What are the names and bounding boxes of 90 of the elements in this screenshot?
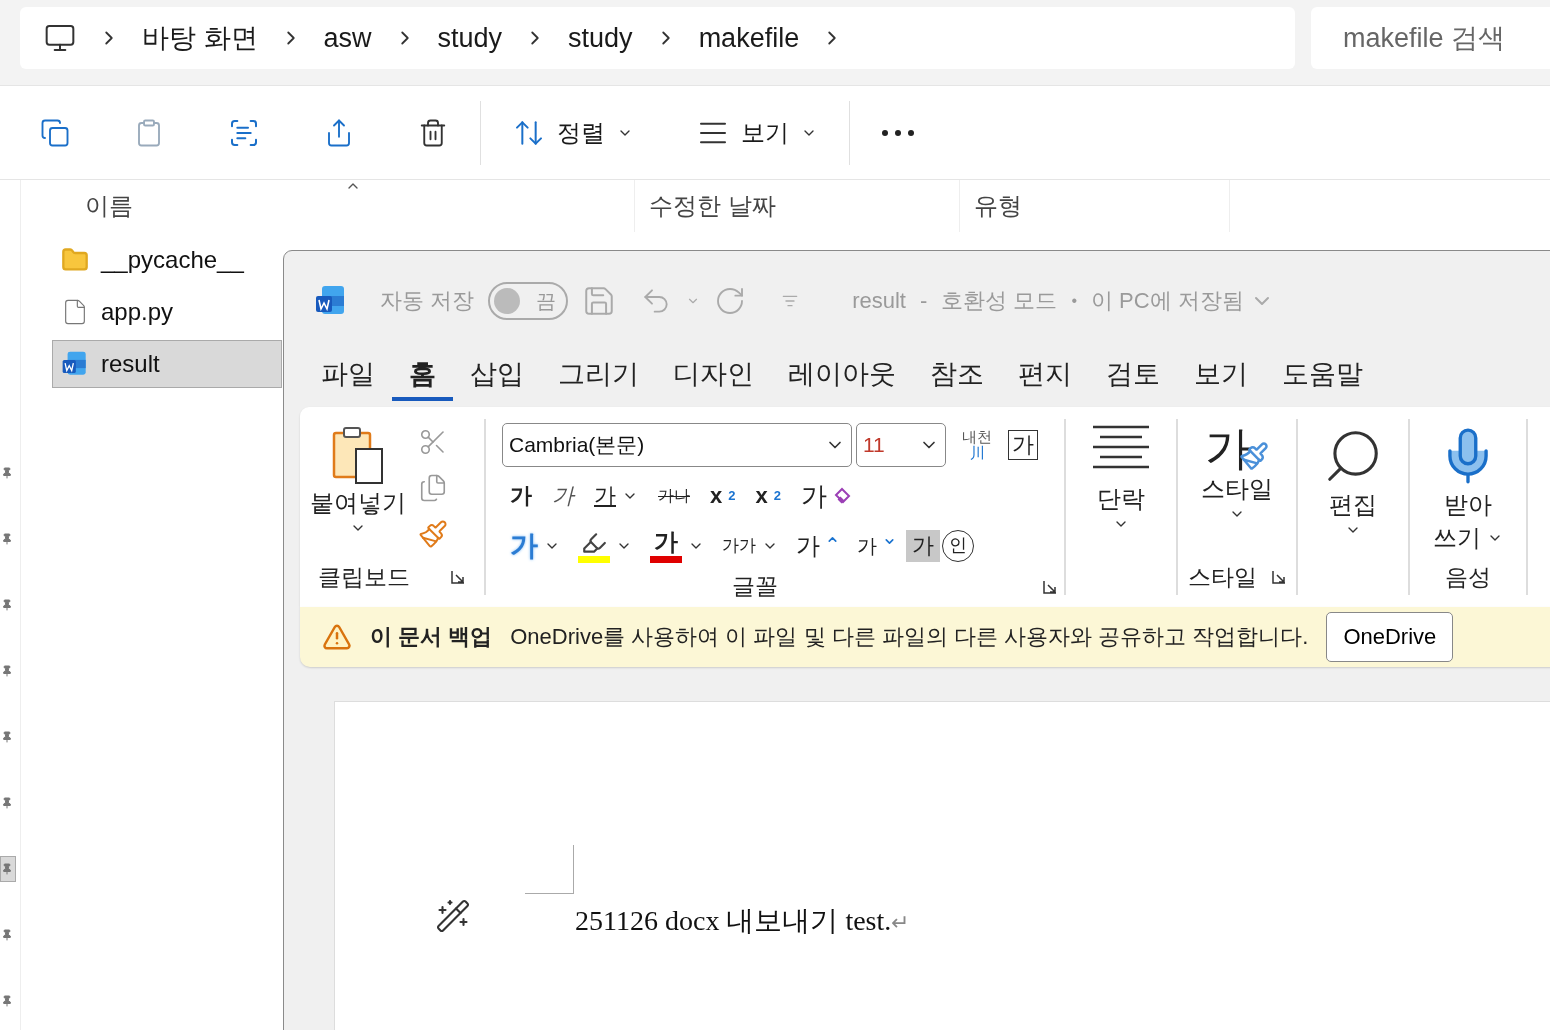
paintbrush-icon (418, 519, 448, 549)
ribbon-tab[interactable]: 보기 (1177, 351, 1265, 401)
message-text: OneDrive를 사용하여 이 파일 및 다른 파일의 다른 사용자와 공유하고 작업합니다. (510, 623, 1309, 651)
font-color-button[interactable]: 가 (642, 527, 712, 565)
breadcrumb-item[interactable]: study (437, 22, 503, 54)
trash-icon (418, 117, 448, 148)
copy-icon (418, 473, 448, 503)
ribbon-tab[interactable]: 레이아웃 (771, 351, 913, 401)
grow-font-button[interactable]: 가 (788, 530, 847, 562)
group-label: 스타일 (1187, 562, 1257, 592)
character-shading-button[interactable]: 가 (906, 529, 940, 563)
underline-button[interactable]: 가 (586, 481, 646, 511)
pin-icon (1, 797, 13, 809)
column-header[interactable]: 유형 (960, 180, 1230, 232)
dictate-button[interactable]: 받아 쓰기 (1423, 419, 1513, 560)
paragraph-icon (1092, 425, 1150, 469)
file-name: __pycache__ (101, 246, 244, 274)
search-field[interactable]: makefile 검색 (1311, 7, 1550, 69)
compatibility-mode-label: 호환성 모드 (941, 287, 1058, 315)
ribbon-tab[interactable]: 삽입 (453, 351, 541, 401)
file-row[interactable]: __pycache__ (52, 236, 282, 284)
view-button[interactable]: 보기 (675, 104, 839, 161)
font-family-dropdown[interactable]: Cambria(본문) (502, 423, 852, 467)
warning-icon (322, 622, 352, 652)
more-icon (882, 129, 914, 136)
font-size-dropdown[interactable]: 11 (856, 423, 946, 467)
pin-icon (1, 863, 13, 875)
ribbon-tab[interactable]: 그리기 (541, 351, 656, 401)
superscript-button[interactable]: x $^{2}$ (747, 481, 789, 511)
title-dot: • (1071, 292, 1077, 310)
file-row[interactable]: app.py (52, 288, 282, 336)
shrink-font-button[interactable]: 가 (849, 533, 904, 559)
ribbon-tab[interactable]: 홈 (392, 351, 453, 401)
word-icon (61, 350, 89, 378)
text-effects-button[interactable]: 가 (502, 528, 568, 564)
ribbon-tab[interactable]: 참조 (913, 351, 1001, 401)
autosave-label: 자동 저장 (380, 287, 475, 315)
group-label: 글꼴 (732, 572, 778, 601)
dialog-launcher-icon[interactable] (1270, 569, 1287, 585)
ribbon-tab[interactable]: 파일 (304, 351, 392, 401)
file-name: app.py (101, 298, 174, 326)
ribbon-tab[interactable]: 도움말 (1265, 351, 1380, 401)
title-separator: - (919, 288, 928, 314)
pin-icon (1, 929, 13, 941)
paste-button[interactable]: 붙여넣기 (300, 419, 416, 559)
sparkle-pen-icon[interactable] (435, 898, 471, 934)
group-label: 클립보드 (318, 562, 410, 592)
italic-button[interactable]: 가 (544, 481, 582, 511)
document-text: 251126 docx 내보내기 test.↵ (575, 904, 910, 938)
pin-icon (1, 995, 13, 1007)
editing-button[interactable]: 편집 (1312, 419, 1394, 559)
dialog-launcher-icon[interactable] (450, 569, 466, 585)
phonetic-guide-button[interactable]: 내천 川 (954, 426, 1000, 464)
breadcrumb-item[interactable]: 바탕 화면 (142, 20, 258, 56)
group-label: 음성 (1445, 562, 1491, 592)
styles-glyph: 가 (1205, 425, 1251, 471)
document-name: result (852, 288, 906, 314)
ribbon-tab[interactable]: 편지 (1001, 351, 1089, 401)
ribbon-tab[interactable]: 검토 (1089, 351, 1177, 401)
breadcrumb-item[interactable]: makefile (698, 22, 800, 54)
folder-icon (61, 246, 89, 274)
change-case-button[interactable]: 가가 (714, 534, 786, 558)
ribbon-tab[interactable]: 디자인 (656, 351, 771, 401)
copy-icon (40, 117, 70, 148)
eraser-icon (832, 487, 851, 505)
file-row[interactable]: result (52, 340, 282, 388)
paste-icon (330, 425, 386, 485)
pin-item[interactable] (0, 856, 16, 882)
message-title: 이 문서 백업 (370, 623, 493, 651)
paragraph-button[interactable]: 단락 (1082, 419, 1160, 559)
onedrive-button[interactable]: OneDrive (1326, 612, 1454, 662)
pin-icon (1, 533, 13, 545)
sort-button[interactable]: 정렬 (491, 104, 655, 161)
breadcrumb-item[interactable]: asw (323, 22, 372, 54)
computer-icon[interactable] (44, 22, 76, 54)
strikethrough-button[interactable]: 가나 (650, 485, 698, 507)
bold-button[interactable]: 가 (502, 481, 540, 511)
column-header[interactable]: 수정한 날짜 (635, 180, 960, 232)
styles-button[interactable]: 가 스타일 (1191, 419, 1283, 559)
pin-icon (1, 731, 13, 743)
pin-icon (1, 467, 13, 479)
pin-icon (1, 599, 13, 611)
clear-formatting-button[interactable]: 가 (792, 479, 859, 513)
dialog-launcher-icon[interactable] (1042, 578, 1058, 595)
margin-corner-mark (525, 845, 574, 894)
character-border-button[interactable]: 가 (1008, 429, 1038, 461)
pin-icon (1, 665, 13, 677)
breadcrumb-item[interactable]: study (568, 22, 633, 54)
column-header[interactable]: 이름 (21, 180, 635, 232)
file-name: result (101, 350, 160, 378)
